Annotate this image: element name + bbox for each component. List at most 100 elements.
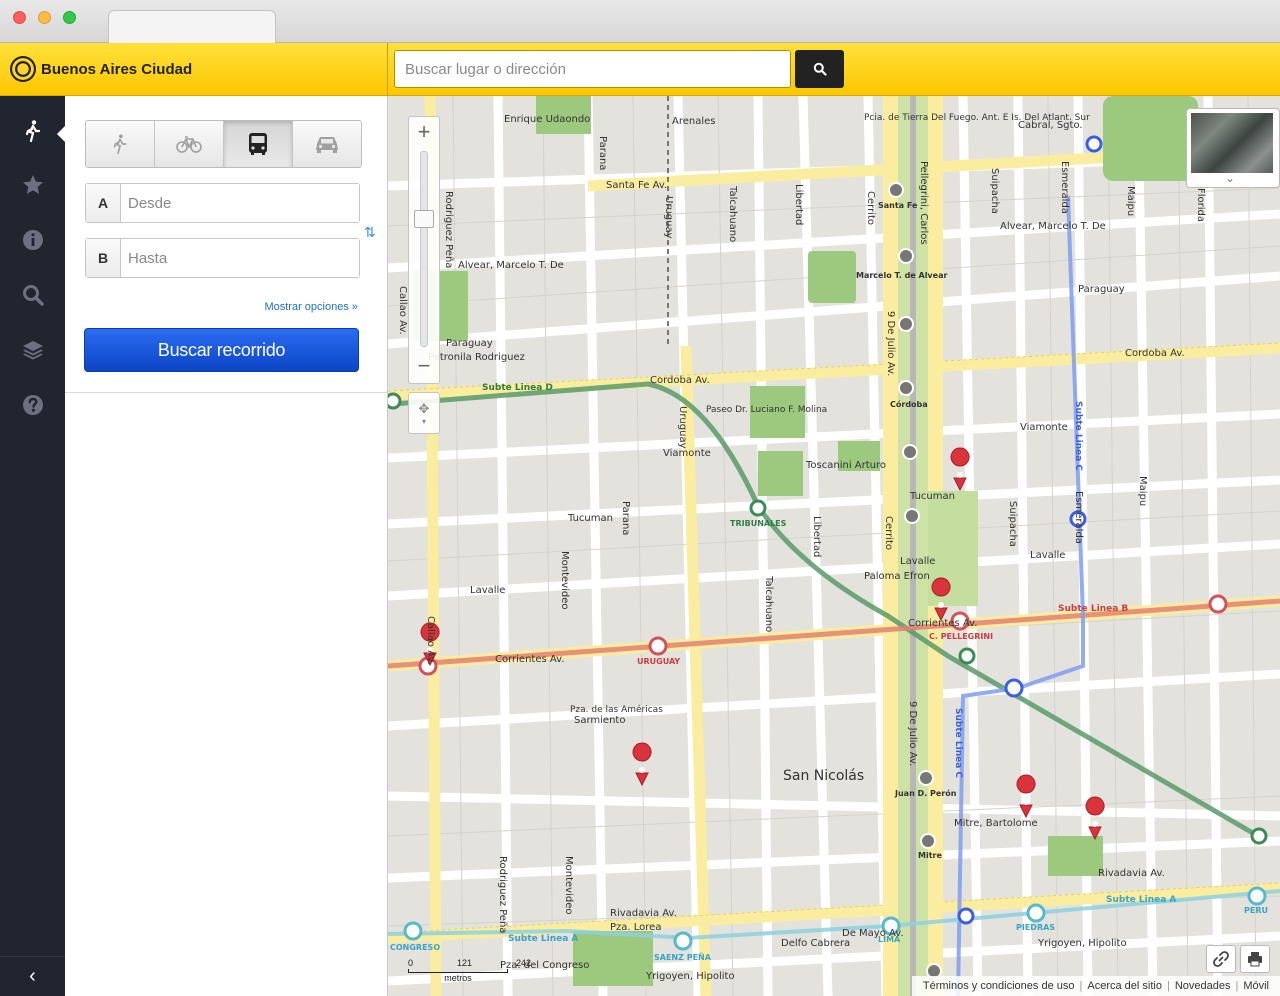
station-label: CONGRESO: [390, 943, 440, 952]
collapse-panel-button[interactable]: ‹: [0, 956, 65, 996]
street-label: Paraguay: [1078, 284, 1125, 295]
street-label: Corrientes Av.: [908, 618, 977, 629]
mode-bike-button[interactable]: [155, 121, 224, 167]
subte-line-label: Subte Linea B: [1058, 604, 1128, 614]
street-label: Montevideo: [559, 551, 570, 609]
mode-walk-button[interactable]: [86, 121, 155, 167]
scale-unit: metros: [444, 973, 472, 983]
street-label: Delfo Cabrera: [781, 938, 850, 949]
mobile-link[interactable]: Móvil: [1238, 980, 1274, 992]
browser-tab[interactable]: [108, 10, 276, 43]
window-zoom-button[interactable]: [63, 11, 76, 24]
transport-mode-selector: [85, 120, 362, 168]
window-minimize-button[interactable]: [38, 11, 51, 24]
origin-input[interactable]: [121, 184, 359, 222]
street-label: Esmeralda: [1059, 161, 1070, 214]
street-label: Alvear, Marcelo T. De: [1000, 221, 1106, 232]
map-canvas[interactable]: Santa Fe Av. Alvear, Marcelo T. De Alvea…: [388, 96, 1280, 996]
street-label: Uruguay: [677, 406, 688, 449]
station-label: Santa Fe: [878, 201, 918, 210]
street-label: Maipu: [1125, 186, 1136, 216]
subte-line-label: Subte Linea A: [1106, 895, 1176, 905]
street-label: Callao Av.: [425, 616, 436, 665]
place-label: Pza. de las Américas: [570, 704, 663, 715]
street-label: Tucuman: [909, 491, 955, 502]
swap-endpoints-icon[interactable]: ⇅: [364, 224, 376, 241]
street-label: Lavalle: [470, 585, 505, 596]
street-label: Cordoba Av.: [650, 375, 710, 386]
zoom-slider-handle[interactable]: [414, 210, 434, 228]
street-label: Mitre, Bartolome: [954, 818, 1038, 829]
street-label: Esmeralda: [1073, 491, 1084, 544]
map-labels: Santa Fe Av. Alvear, Marcelo T. De Alvea…: [390, 113, 1268, 982]
station-label: C. PELLEGRINI: [929, 632, 993, 641]
street-label: Yrigoyen, Hipolito: [1037, 938, 1127, 949]
street-label: Rivadavia Av.: [610, 908, 677, 919]
street-label: Talcahuano: [763, 575, 774, 632]
place-label: Marcelo T. de Alvear: [856, 271, 947, 280]
destination-letter: B: [86, 239, 121, 277]
satellite-thumbnail: [1191, 113, 1273, 173]
place-label: Pcia. de Tierra Del Fuego. Ant. E Is. De…: [864, 113, 1090, 123]
mode-bus-button[interactable]: [224, 121, 293, 167]
street-label: Corrientes Av.: [495, 654, 564, 665]
more-options-link[interactable]: Mostrar opciones »: [264, 301, 358, 313]
browser-chrome: [0, 0, 1280, 43]
rail-item-help[interactable]: [0, 377, 65, 433]
destination-input[interactable]: [121, 239, 359, 277]
zoom-in-button[interactable]: +: [409, 117, 439, 147]
layers-icon: [22, 341, 43, 360]
walk-icon: [25, 120, 40, 143]
street-label: Talcahuano: [727, 185, 738, 242]
map-search-button[interactable]: [795, 50, 844, 88]
rail-item-search[interactable]: [0, 267, 65, 323]
street-label: 9 De Julio Av.: [907, 701, 918, 766]
panel-divider: [65, 392, 387, 393]
about-link[interactable]: Acerca del sitio: [1082, 980, 1167, 992]
street-label: Suipacha: [1007, 501, 1018, 547]
share-link-button[interactable]: [1206, 945, 1236, 973]
rail-item-favorites[interactable]: [0, 157, 65, 213]
station-label: SAENZ PEÑA: [654, 952, 712, 962]
street-label: Tucuman: [567, 513, 613, 524]
zoom-slider-track[interactable]: [420, 151, 428, 347]
street-label: Paraguay: [446, 338, 493, 349]
street-label: Santa Fe Av.: [606, 180, 667, 191]
brand[interactable]: Buenos Aires Ciudad: [0, 43, 388, 95]
city-logo-icon: [10, 56, 36, 82]
subte-line-label: Subte Linea A: [508, 934, 578, 944]
mode-car-button[interactable]: [293, 121, 361, 167]
street-label: Montevideo: [563, 856, 574, 914]
rail-item-routes[interactable]: [0, 103, 65, 159]
satellite-toggle[interactable]: ⌄: [1186, 108, 1280, 188]
window-close-button[interactable]: [13, 11, 26, 24]
news-link[interactable]: Novedades: [1170, 980, 1236, 992]
street-label: Paloma Efron: [864, 571, 930, 582]
chevron-down-icon: ▾: [421, 416, 426, 426]
street-label: Uruguay: [663, 196, 674, 239]
station-label: LIMA: [878, 935, 901, 944]
walk-icon: [113, 134, 127, 154]
street-label: Rodriguez Peña: [443, 191, 454, 268]
zoom-control: + −: [408, 116, 440, 384]
search-icon: [22, 285, 44, 306]
street-label: Pellegrini, Carlos: [918, 161, 929, 245]
map-search: [394, 50, 844, 88]
station-label: PIEDRAS: [1016, 923, 1055, 932]
street-label: Arenales: [672, 116, 716, 127]
pan-control[interactable]: ✥ ▾: [408, 392, 440, 434]
route-panel: A B ⇅ Mostrar opciones » Buscar recorrid…: [65, 96, 388, 996]
street-label: Toscanini Arturo: [805, 460, 886, 471]
link-icon: [1213, 951, 1229, 967]
map-search-input[interactable]: [394, 50, 791, 88]
search-route-button[interactable]: Buscar recorrido: [84, 328, 359, 372]
street-label: Viamonte: [663, 448, 711, 459]
rail-item-layers[interactable]: [0, 322, 65, 378]
print-button[interactable]: [1240, 945, 1270, 973]
zoom-out-button[interactable]: −: [409, 351, 439, 381]
terms-link[interactable]: Términos y condiciones de uso: [918, 980, 1080, 992]
scale-tick: 0: [408, 958, 414, 968]
street-label: Cordoba Av.: [1125, 348, 1185, 359]
rail-item-info[interactable]: [0, 212, 65, 268]
neighborhood-label: San Nicolás: [783, 768, 864, 784]
